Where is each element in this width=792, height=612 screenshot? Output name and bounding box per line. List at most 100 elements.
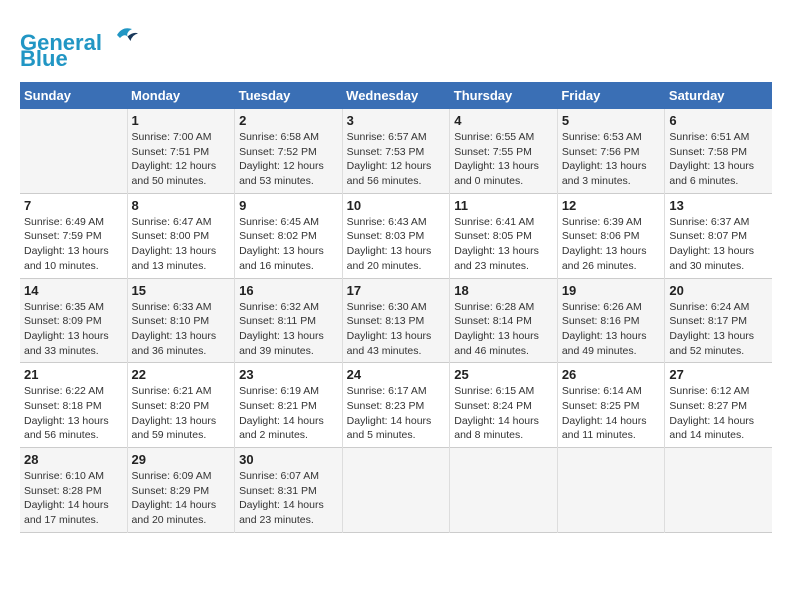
calendar-cell: 9Sunrise: 6:45 AM Sunset: 8:02 PM Daylig… bbox=[235, 193, 343, 278]
day-number: 2 bbox=[239, 113, 338, 128]
day-info: Sunrise: 6:37 AM Sunset: 8:07 PM Dayligh… bbox=[669, 215, 768, 274]
calendar-cell: 4 Sunrise: 6:55 AM Sunset: 7:55 PM Daylig… bbox=[450, 109, 558, 193]
calendar-cell: 30 Sunrise: 6:07 AM Sunset: 8:31 PM Dayli… bbox=[235, 448, 343, 533]
col-header-wednesday: Wednesday bbox=[342, 82, 450, 109]
calendar-cell: 19 Sunrise: 6:26 AM Sunset: 8:16 PM Dayli… bbox=[557, 278, 665, 363]
day-info: Sunrise: 6:15 AM Sunset: 8:24 PM Dayligh… bbox=[454, 384, 553, 443]
day-number: 6 bbox=[669, 113, 768, 128]
col-header-thursday: Thursday bbox=[450, 82, 558, 109]
day-number: 27 bbox=[669, 367, 768, 382]
day-number: 23 bbox=[239, 367, 338, 382]
calendar-cell: 14 Sunrise: 6:35 AM Sunset: 8:09 PM Dayli… bbox=[20, 278, 127, 363]
day-info: Sunrise: 6:19 AM Sunset: 8:21 PM Dayligh… bbox=[239, 384, 338, 443]
col-header-tuesday: Tuesday bbox=[235, 82, 343, 109]
day-info: Sunrise: 6:28 AM Sunset: 8:14 PM Dayligh… bbox=[454, 300, 553, 359]
day-number: 3 bbox=[347, 113, 446, 128]
day-number: 30 bbox=[239, 452, 338, 467]
calendar-week-row: 1 Sunrise: 7:00 AM Sunset: 7:51 PM Daylig… bbox=[20, 109, 772, 193]
day-number: 11 bbox=[454, 198, 553, 213]
calendar-cell: 5 Sunrise: 6:53 AM Sunset: 7:56 PM Daylig… bbox=[557, 109, 665, 193]
day-info: Sunrise: 6:09 AM Sunset: 8:29 PM Dayligh… bbox=[132, 469, 231, 528]
calendar-cell: 21 Sunrise: 6:22 AM Sunset: 8:18 PM Dayli… bbox=[20, 363, 127, 448]
day-number: 8 bbox=[132, 198, 231, 213]
day-info: Sunrise: 6:30 AM Sunset: 8:13 PM Dayligh… bbox=[347, 300, 446, 359]
calendar-cell: 20 Sunrise: 6:24 AM Sunset: 8:17 PM Dayli… bbox=[665, 278, 772, 363]
day-info: Sunrise: 6:22 AM Sunset: 8:18 PM Dayligh… bbox=[24, 384, 123, 443]
calendar-cell: 8 Sunrise: 6:47 AM Sunset: 8:00 PM Daylig… bbox=[127, 193, 235, 278]
day-number: 17 bbox=[347, 283, 446, 298]
day-number: 15 bbox=[132, 283, 231, 298]
calendar-cell: 18 Sunrise: 6:28 AM Sunset: 8:14 PM Dayli… bbox=[450, 278, 558, 363]
day-number: 5 bbox=[562, 113, 661, 128]
calendar-cell bbox=[342, 448, 450, 533]
calendar-week-row: 14 Sunrise: 6:35 AM Sunset: 8:09 PM Dayli… bbox=[20, 278, 772, 363]
calendar-cell: 16Sunrise: 6:32 AM Sunset: 8:11 PM Dayli… bbox=[235, 278, 343, 363]
day-number: 13 bbox=[669, 198, 768, 213]
day-info: Sunrise: 6:10 AM Sunset: 8:28 PM Dayligh… bbox=[24, 469, 123, 528]
day-info: Sunrise: 6:41 AM Sunset: 8:05 PM Dayligh… bbox=[454, 215, 553, 274]
calendar-cell: 12Sunrise: 6:39 AM Sunset: 8:06 PM Dayli… bbox=[557, 193, 665, 278]
day-info: Sunrise: 6:47 AM Sunset: 8:00 PM Dayligh… bbox=[132, 215, 231, 274]
calendar-cell: 2 Sunrise: 6:58 AM Sunset: 7:52 PM Daylig… bbox=[235, 109, 343, 193]
calendar-cell: 3 Sunrise: 6:57 AM Sunset: 7:53 PM Daylig… bbox=[342, 109, 450, 193]
day-info: Sunrise: 6:07 AM Sunset: 8:31 PM Dayligh… bbox=[239, 469, 338, 528]
calendar-cell: 28Sunrise: 6:10 AM Sunset: 8:28 PM Dayli… bbox=[20, 448, 127, 533]
day-number: 25 bbox=[454, 367, 553, 382]
day-number: 21 bbox=[24, 367, 123, 382]
day-info: Sunrise: 6:33 AM Sunset: 8:10 PM Dayligh… bbox=[132, 300, 231, 359]
day-info: Sunrise: 7:00 AM Sunset: 7:51 PM Dayligh… bbox=[132, 130, 231, 189]
day-info: Sunrise: 6:24 AM Sunset: 8:17 PM Dayligh… bbox=[669, 300, 768, 359]
calendar-cell: 7 Sunrise: 6:49 AM Sunset: 7:59 PM Daylig… bbox=[20, 193, 127, 278]
day-info: Sunrise: 6:43 AM Sunset: 8:03 PM Dayligh… bbox=[347, 215, 446, 274]
calendar-cell: 22 Sunrise: 6:21 AM Sunset: 8:20 PM Dayli… bbox=[127, 363, 235, 448]
day-info: Sunrise: 6:26 AM Sunset: 8:16 PM Dayligh… bbox=[562, 300, 661, 359]
day-number: 18 bbox=[454, 283, 553, 298]
col-header-friday: Friday bbox=[557, 82, 665, 109]
day-number: 16 bbox=[239, 283, 338, 298]
day-number: 14 bbox=[24, 283, 123, 298]
calendar-cell: 11 Sunrise: 6:41 AM Sunset: 8:05 PM Dayli… bbox=[450, 193, 558, 278]
day-number: 9 bbox=[239, 198, 338, 213]
logo: General Blue bbox=[20, 20, 141, 72]
day-info: Sunrise: 6:35 AM Sunset: 8:09 PM Dayligh… bbox=[24, 300, 123, 359]
calendar-cell: 26 Sunrise: 6:14 AM Sunset: 8:25 PM Dayli… bbox=[557, 363, 665, 448]
day-info: Sunrise: 6:12 AM Sunset: 8:27 PM Dayligh… bbox=[669, 384, 768, 443]
day-number: 26 bbox=[562, 367, 661, 382]
calendar-cell: 17 Sunrise: 6:30 AM Sunset: 8:13 PM Dayli… bbox=[342, 278, 450, 363]
calendar-cell: 15 Sunrise: 6:33 AM Sunset: 8:10 PM Dayli… bbox=[127, 278, 235, 363]
calendar-cell bbox=[665, 448, 772, 533]
calendar-cell: 13 Sunrise: 6:37 AM Sunset: 8:07 PM Dayli… bbox=[665, 193, 772, 278]
calendar-cell: 1 Sunrise: 7:00 AM Sunset: 7:51 PM Daylig… bbox=[127, 109, 235, 193]
day-info: Sunrise: 6:14 AM Sunset: 8:25 PM Dayligh… bbox=[562, 384, 661, 443]
day-info: Sunrise: 6:17 AM Sunset: 8:23 PM Dayligh… bbox=[347, 384, 446, 443]
day-info: Sunrise: 6:58 AM Sunset: 7:52 PM Dayligh… bbox=[239, 130, 338, 189]
day-info: Sunrise: 6:21 AM Sunset: 8:20 PM Dayligh… bbox=[132, 384, 231, 443]
header: General Blue bbox=[20, 20, 772, 72]
calendar-cell: 27 Sunrise: 6:12 AM Sunset: 8:27 PM Dayli… bbox=[665, 363, 772, 448]
day-info: Sunrise: 6:57 AM Sunset: 7:53 PM Dayligh… bbox=[347, 130, 446, 189]
day-number: 7 bbox=[24, 198, 123, 213]
calendar-cell bbox=[557, 448, 665, 533]
col-header-saturday: Saturday bbox=[665, 82, 772, 109]
calendar-cell bbox=[20, 109, 127, 193]
calendar-header-row: SundayMondayTuesdayWednesdayThursdayFrid… bbox=[20, 82, 772, 109]
day-number: 10 bbox=[347, 198, 446, 213]
day-number: 22 bbox=[132, 367, 231, 382]
day-info: Sunrise: 6:49 AM Sunset: 7:59 PM Dayligh… bbox=[24, 215, 123, 274]
calendar-cell: 29 Sunrise: 6:09 AM Sunset: 8:29 PM Dayli… bbox=[127, 448, 235, 533]
day-info: Sunrise: 6:55 AM Sunset: 7:55 PM Dayligh… bbox=[454, 130, 553, 189]
col-header-sunday: Sunday bbox=[20, 82, 127, 109]
day-number: 20 bbox=[669, 283, 768, 298]
logo-bird-icon bbox=[111, 20, 141, 50]
calendar-cell bbox=[450, 448, 558, 533]
calendar-table: SundayMondayTuesdayWednesdayThursdayFrid… bbox=[20, 82, 772, 533]
day-number: 1 bbox=[132, 113, 231, 128]
day-number: 24 bbox=[347, 367, 446, 382]
day-info: Sunrise: 6:53 AM Sunset: 7:56 PM Dayligh… bbox=[562, 130, 661, 189]
day-number: 29 bbox=[132, 452, 231, 467]
day-number: 4 bbox=[454, 113, 553, 128]
day-number: 19 bbox=[562, 283, 661, 298]
calendar-week-row: 21 Sunrise: 6:22 AM Sunset: 8:18 PM Dayli… bbox=[20, 363, 772, 448]
day-number: 12 bbox=[562, 198, 661, 213]
calendar-week-row: 28Sunrise: 6:10 AM Sunset: 8:28 PM Dayli… bbox=[20, 448, 772, 533]
